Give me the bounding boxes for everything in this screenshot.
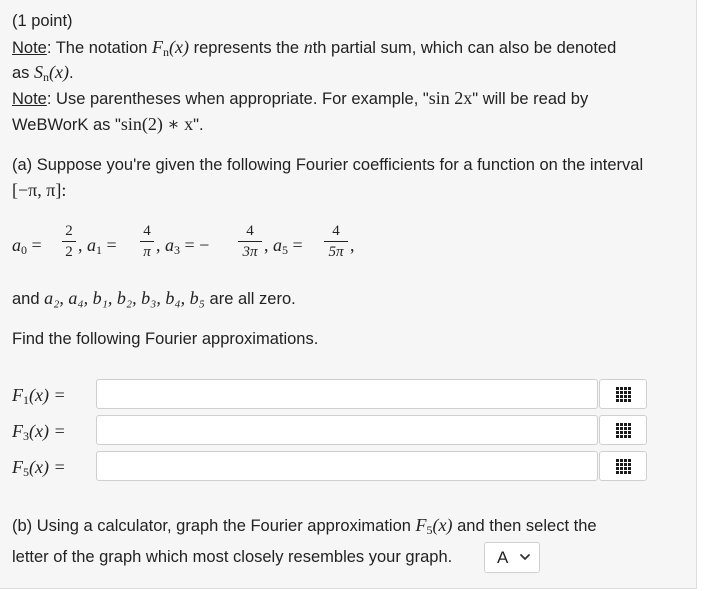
answer-input-F3[interactable] [96,415,598,445]
answer-input-F1[interactable] [96,379,598,409]
instruction: Find the following Fourier approximation… [12,330,319,348]
math-n: n [303,37,313,57]
frac-a0: 22 [62,222,76,261]
note-2-line-1: Note: Use parentheses when appropriate. … [12,88,589,108]
part-b-line-2: letter of the graph which most closely r… [12,548,453,566]
note-1-line-2: as Sn(x). [12,62,74,84]
math-Sn: Sn(x) [34,62,69,84]
graph-letter-value: A [497,548,509,567]
frac-a1: 4π [140,222,154,261]
frac-a3: 4 3π [238,222,262,261]
note-1-label: Note [12,39,47,57]
grid-icon [615,422,631,438]
frac-a5: 4 5π [324,222,348,261]
part-a-intro: (a) Suppose you're given the following F… [12,156,644,174]
math-Fn: Fn(x) [152,37,190,59]
zero-coefficients-line: and a₂, a₄, b₁, b₂, b₃, b₄, b₅ are all z… [12,288,296,308]
equation-editor-button-F1[interactable] [599,379,647,409]
math-F5: F5(x) [415,515,453,537]
zero-coefficient-list: a₂, a₄, b₁, b₂, b₃, b₄, b₅ [44,288,205,308]
math-example-2: sin(2) ∗ x [120,114,194,134]
answer-input-F5[interactable] [96,451,598,481]
answer-label-F3: F3(x) = [12,421,66,443]
chevron-down-icon [520,554,530,560]
points-label: (1 point) [12,12,73,30]
problem-panel: (1 point) Note: The notation Fn(x) repre… [0,0,697,589]
coef-a3: , a3 = − [156,235,210,257]
coef-a1: , a1 = [78,235,117,257]
note-2-line-2: WeBWorK as "sin(2) ∗ x". [12,114,204,134]
grid-icon [615,458,631,474]
answer-label-F1: F1(x) = [12,385,66,407]
equation-editor-button-F5[interactable] [599,451,647,481]
part-b-line-1: (b) Using a calculator, graph the Fourie… [12,515,597,537]
note-1-line-1: Note: The notation Fn(x) represents the … [12,37,617,59]
grid-icon [615,386,631,402]
answer-label-F5: F5(x) = [12,457,66,479]
coef-a0: a0 = [12,235,42,257]
interval: [−π, π]: [12,180,67,200]
math-example-1: sin 2x [428,88,473,108]
equation-editor-button-F3[interactable] [599,415,647,445]
note-2-label: Note [12,90,47,108]
graph-letter-select[interactable]: A [484,542,540,573]
note-1-text: : The notation [46,39,153,57]
coef-a5: , a5 = [264,235,303,257]
